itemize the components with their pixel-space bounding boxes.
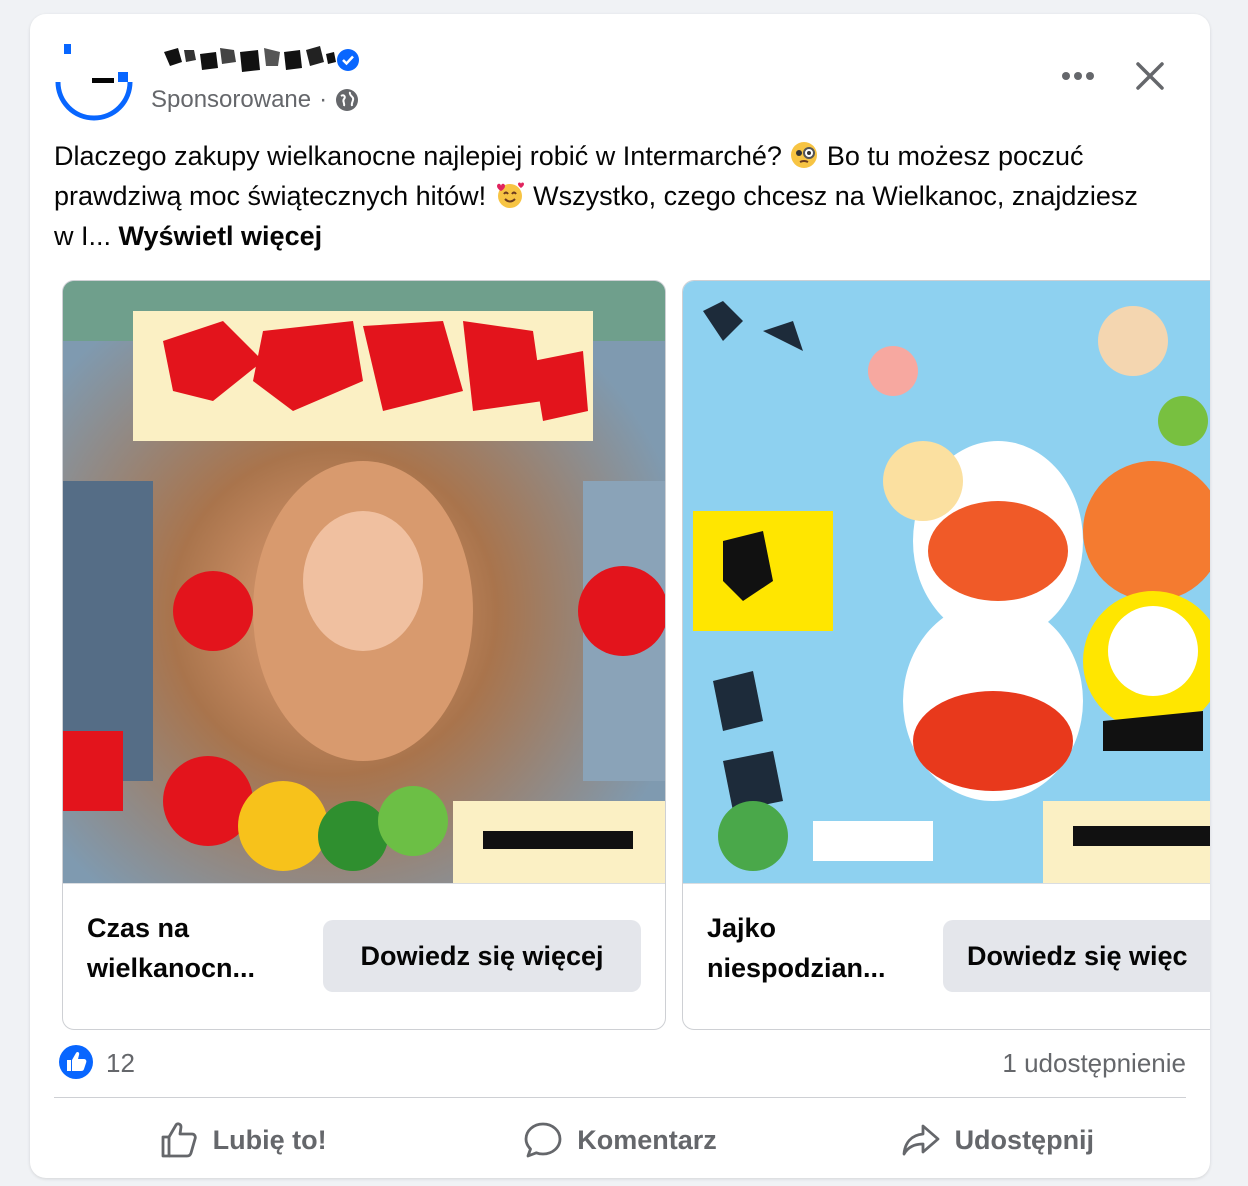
carousel-card-footer: Czas na wielkanocn... Dowiedz się więcej	[63, 883, 665, 1029]
sponsored-post: Sponsorowane · Dlaczego zakupy wielkanoc…	[30, 14, 1210, 1178]
like-label: Lubię to!	[212, 1124, 327, 1155]
sponsored-label[interactable]: Sponsorowane	[151, 86, 311, 114]
share-button[interactable]: Udostępnij	[809, 1110, 1186, 1170]
close-icon	[1136, 62, 1164, 90]
share-count[interactable]: 1 udostępnienie	[1002, 1048, 1186, 1079]
comment-icon	[524, 1122, 562, 1158]
monocle-face-emoji-icon	[791, 142, 818, 168]
share-icon	[902, 1124, 939, 1156]
carousel-card-title[interactable]: Jajko niespodzian...	[707, 908, 927, 988]
post-text-part-1: Dlaczego zakupy wielkanocne najlepiej ro…	[54, 141, 790, 171]
smiling-face-hearts-emoji-icon	[496, 182, 524, 208]
divider	[54, 1097, 1186, 1098]
ad-image-easter-promo[interactable]	[63, 281, 665, 883]
carousel-card-title[interactable]: Czas na wielkanocn...	[87, 908, 307, 988]
carousel-card[interactable]: Czas na wielkanocn... Dowiedz się więcej	[62, 280, 666, 1030]
like-button[interactable]: Lubię to!	[54, 1110, 431, 1170]
comment-button[interactable]: Komentarz	[431, 1110, 808, 1170]
close-button[interactable]	[1128, 54, 1172, 98]
learn-more-button[interactable]: Dowiedz się więc	[943, 920, 1210, 992]
post-meta: Sponsorowane ·	[151, 86, 359, 114]
page-name-redacted[interactable]	[160, 44, 360, 84]
brand-logo-icon[interactable]	[54, 42, 134, 122]
action-bar: Lubię to! Komentarz Udostępnij	[54, 1110, 1186, 1170]
like-count[interactable]: 12	[106, 1048, 135, 1079]
globe-icon	[336, 89, 359, 111]
more-icon	[1062, 72, 1094, 80]
see-more-link[interactable]: Wyświetl więcej	[119, 221, 323, 251]
ad-carousel[interactable]: Czas na wielkanocn... Dowiedz się więcej	[62, 280, 1210, 1030]
carousel-card-footer: Jajko niespodzian... Dowiedz się więc	[683, 883, 1210, 1029]
thumbs-up-icon	[161, 1122, 197, 1158]
comment-label: Komentarz	[577, 1124, 717, 1155]
post-text: Dlaczego zakupy wielkanocne najlepiej ro…	[54, 136, 1164, 256]
ad-image-surprise-egg[interactable]	[683, 281, 1210, 883]
post-header: Sponsorowane ·	[30, 14, 1210, 134]
learn-more-button[interactable]: Dowiedz się więcej	[323, 920, 641, 992]
like-badge-icon[interactable]	[58, 1044, 94, 1080]
verified-badge-icon	[337, 49, 359, 71]
carousel-card[interactable]: Jajko niespodzian... Dowiedz się więc	[682, 280, 1210, 1030]
share-label: Udostępnij	[954, 1124, 1095, 1155]
post-stats: 12 1 udostępnienie	[30, 1040, 1210, 1086]
meta-separator: ·	[319, 86, 328, 113]
more-options-button[interactable]	[1054, 58, 1102, 94]
